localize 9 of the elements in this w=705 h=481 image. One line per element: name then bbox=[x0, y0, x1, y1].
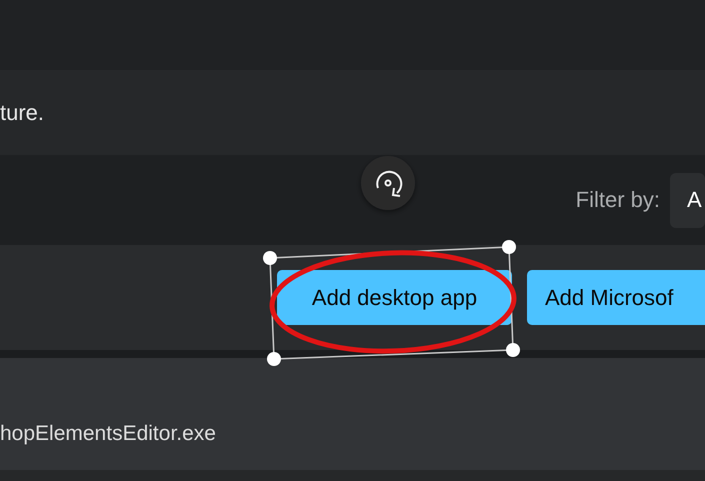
filter-dropdown[interactable]: A bbox=[670, 172, 705, 228]
rotate-icon bbox=[376, 170, 402, 197]
filter-label: Filter by: bbox=[576, 187, 660, 213]
rotate-handle[interactable] bbox=[361, 156, 415, 210]
selection-frame[interactable] bbox=[263, 240, 520, 366]
description-text: ture. bbox=[0, 100, 44, 126]
add-store-app-button[interactable]: Add Microsof bbox=[527, 270, 705, 325]
app-path: hopElementsEditor.exe bbox=[0, 422, 216, 446]
add-desktop-app-button[interactable]: Add desktop app bbox=[277, 270, 512, 325]
